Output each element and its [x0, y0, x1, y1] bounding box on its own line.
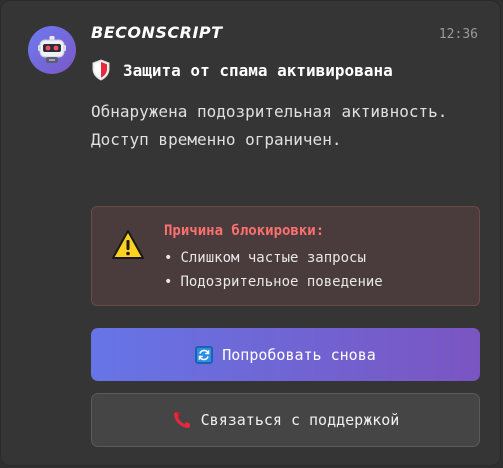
refresh-icon	[195, 345, 214, 364]
contact-support-label: Связаться с поддержкой	[200, 411, 400, 429]
notification-title: Защита от спама активирована	[91, 59, 393, 81]
block-reason-panel: Причина блокировки: Слишком частые запро…	[91, 206, 480, 306]
avatar	[28, 26, 76, 74]
notification-message: Обнаружена подозрительная активность. До…	[91, 102, 448, 149]
shield-icon	[92, 59, 110, 81]
phone-icon	[173, 412, 190, 428]
list-item: Подозрительное поведение	[164, 270, 382, 294]
app-name: BECONSCRIPT	[91, 23, 223, 42]
warning-icon	[112, 230, 144, 259]
retry-button-label: Попробовать снова	[222, 345, 376, 364]
list-item: Слишком частые запросы	[164, 246, 383, 270]
timestamp: 12:36	[438, 27, 478, 42]
robot-icon	[38, 36, 66, 63]
retry-button[interactable]: Попробовать снова	[91, 328, 480, 381]
notification-title-text: Защита от спама активирована	[123, 60, 393, 80]
notification-card: BECONSCRIPT 12:36 Защита от спама активи…	[0, 0, 501, 466]
block-reason-list: Слишком частые запросы Подозрительное по…	[164, 246, 383, 294]
contact-support-button[interactable]: Связаться с поддержкой	[91, 393, 480, 447]
block-reason-title: Причина блокировки:	[164, 223, 325, 239]
